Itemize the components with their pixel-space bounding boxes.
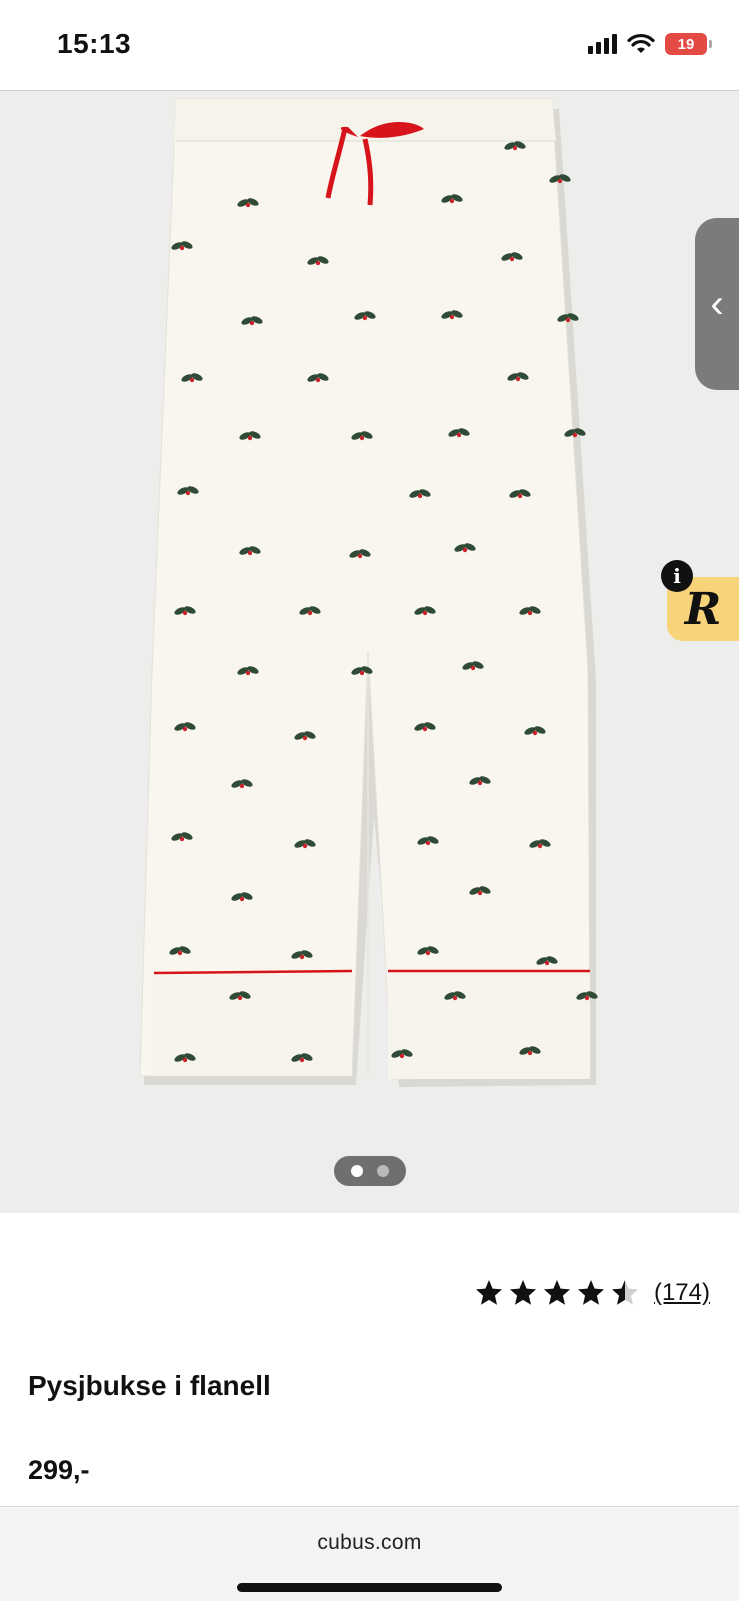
star-icon xyxy=(543,1280,570,1305)
star-icon xyxy=(509,1280,536,1305)
status-time: 15:13 xyxy=(57,28,132,59)
product-image-pants xyxy=(139,98,599,1087)
info-label: i xyxy=(673,564,681,588)
status-bar: 15:13 19 xyxy=(0,0,739,90)
carousel-pagination[interactable] xyxy=(334,1156,406,1186)
r-logo: R xyxy=(684,583,722,635)
star-icon xyxy=(577,1280,604,1305)
carousel-dot-1[interactable] xyxy=(351,1165,363,1177)
wifi-icon xyxy=(627,33,655,55)
battery-level: 19 xyxy=(677,35,695,53)
product-rating[interactable]: (174) xyxy=(474,1276,710,1310)
home-indicator[interactable] xyxy=(237,1583,502,1592)
side-panel-toggle[interactable]: ‹ xyxy=(695,218,739,390)
status-icons: 19 xyxy=(588,32,712,56)
cellular-signal-icon xyxy=(588,34,617,54)
star-icon xyxy=(475,1280,502,1305)
browser-bottom-bar: cubus.com xyxy=(0,1506,739,1601)
product-title: Pysjbukse i flanell xyxy=(28,1370,271,1401)
product-price: 299,- xyxy=(28,1455,90,1485)
rating-stars xyxy=(474,1278,640,1308)
url-bar[interactable]: cubus.com xyxy=(0,1531,739,1555)
product-image-carousel[interactable]: ‹ R i xyxy=(0,91,739,1213)
star-icon xyxy=(611,1280,638,1305)
battery-icon: 19 xyxy=(665,33,712,55)
info-icon[interactable]: i xyxy=(661,560,693,592)
review-count-link[interactable]: (174) xyxy=(654,1279,710,1307)
chevron-left-icon: ‹ xyxy=(710,281,724,326)
carousel-dot-2[interactable] xyxy=(377,1165,389,1177)
